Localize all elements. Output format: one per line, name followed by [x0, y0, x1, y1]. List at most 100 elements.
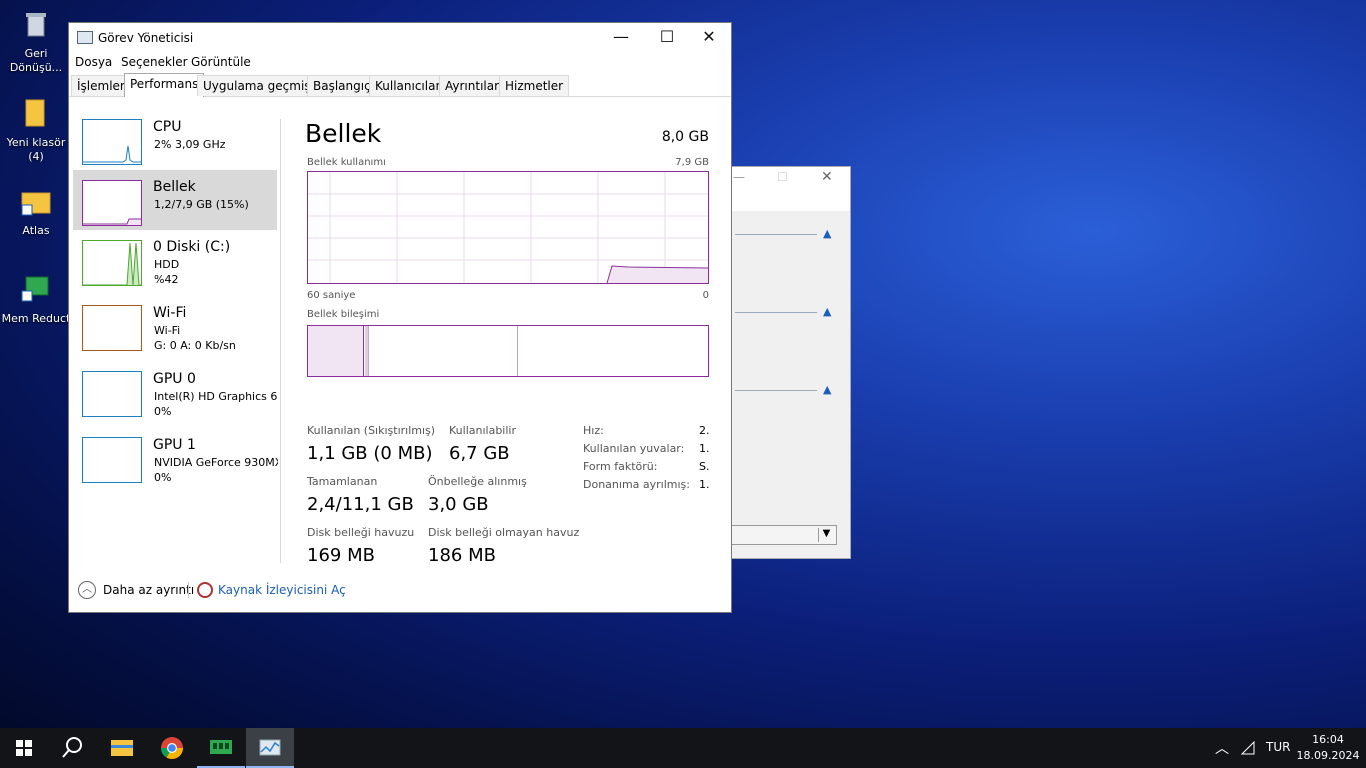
desktop-icon-label: Geri Dönüşü...: [9, 47, 63, 74]
folder-shortcut-icon: [21, 192, 51, 216]
tab-processes[interactable]: İşlemler: [71, 75, 131, 96]
disk-thumbnail-graph: [82, 240, 142, 286]
sidebar-item-gpu-1[interactable]: GPU 1 NVIDIA GeForce 930MX 0%: [73, 428, 278, 488]
sidebar-item-wifi[interactable]: Wi-Fi Wi-Fi G: 0 A: 0 Kb/sn: [73, 296, 277, 356]
language-indicator[interactable]: TUR: [1266, 740, 1290, 754]
memory-composition-label: Bellek bileşimi: [307, 309, 380, 320]
tab-details[interactable]: Ayrıntılar: [439, 75, 506, 96]
sidebar-item-name: GPU 0: [153, 371, 196, 387]
menu-file[interactable]: Dosya: [75, 55, 112, 69]
folder-icon: [25, 99, 45, 127]
sidebar-item-detail: Intel(R) HD Graphics 620: [154, 390, 278, 403]
chevron-down-icon: ▼: [818, 528, 834, 542]
start-button[interactable]: [0, 728, 48, 768]
stat-cached-label: Önbelleğe alınmış: [428, 475, 527, 488]
wifi-thumbnail-graph: [82, 305, 142, 351]
search-icon: [62, 737, 82, 758]
tab-app-history[interactable]: Uygulama geçmişi: [197, 75, 320, 96]
spec-slots-label: Kullanılan yuvalar:: [583, 442, 685, 455]
wifi-icon[interactable]: [1240, 740, 1256, 756]
background-window[interactable]: — ☐ ✕ ▲ ▲ ▲ ▼: [730, 166, 851, 559]
fewer-details-button[interactable]: Daha az ayrıntı: [103, 583, 194, 597]
spec-reserved-label: Donanıma ayrılmış:: [583, 478, 690, 491]
recycle-bin-icon: [26, 13, 46, 37]
sidebar-item-detail-2: 0%: [154, 405, 172, 418]
dropdown[interactable]: ▼: [731, 525, 837, 545]
tab-users[interactable]: Kullanıcılar: [369, 75, 447, 96]
desktop-icon-recycle-bin[interactable]: Geri Dönüşü...: [1, 8, 71, 75]
chevron-up-icon[interactable]: ▲: [823, 227, 831, 240]
desktop-icon-label: Atlas: [22, 224, 50, 237]
chevron-up-icon[interactable]: ▲: [823, 383, 831, 396]
sidebar-item-gpu-0[interactable]: GPU 0 Intel(R) HD Graphics 620 0%: [73, 362, 278, 422]
tab-services[interactable]: Hizmetler: [499, 75, 570, 96]
memory-composition-bar: [307, 325, 709, 377]
graph-axis-right: 0: [702, 290, 709, 301]
stat-paged-pool-value: 169 MB: [307, 545, 375, 566]
taskbar-file-explorer[interactable]: [98, 728, 146, 768]
close-button[interactable]: ✕: [686, 23, 732, 51]
maximize-button[interactable]: ☐: [644, 23, 690, 51]
desktop-icon-new-folder[interactable]: Yeni klasör (4): [1, 97, 71, 164]
sidebar-item-detail: Wi-Fi: [154, 324, 181, 337]
sidebar-item-name: CPU: [153, 119, 182, 135]
desktop-icon-mem-reduct[interactable]: Mem Reduct: [1, 273, 71, 326]
stat-available-label: Kullanılabilir: [449, 424, 516, 437]
background-window-body: [731, 211, 850, 558]
spec-slots-value: 1.: [699, 442, 710, 455]
background-window-titlebar[interactable]: — ☐ ✕: [731, 167, 850, 191]
task-manager-icon: [77, 31, 93, 44]
gpu0-thumbnail-graph: [82, 371, 142, 417]
system-clock[interactable]: 16:04 18.09.2024: [1296, 732, 1360, 764]
tab-performance[interactable]: Performans: [124, 73, 205, 97]
minimize-button[interactable]: —: [598, 23, 644, 51]
open-resource-monitor-link[interactable]: Kaynak İzleyicisini Aç: [218, 583, 346, 597]
pane-divider[interactable]: [280, 119, 281, 563]
chevron-up-icon[interactable]: ︿: [78, 581, 96, 599]
ram-chip-icon: [21, 276, 49, 302]
resource-monitor-icon: [197, 582, 213, 598]
tab-startup[interactable]: Başlangıç: [307, 75, 377, 96]
search-button[interactable]: [48, 728, 96, 768]
gpu1-thumbnail-graph: [82, 437, 142, 483]
tab-bar: İşlemler Performans Uygulama geçmişi Baş…: [69, 73, 731, 97]
section-divider: [735, 234, 817, 235]
memory-thumbnail-graph: [82, 180, 142, 226]
clock-time: 16:04: [1312, 733, 1344, 746]
composition-modified: [365, 326, 369, 376]
footer: ︿ Daha az ayrıntı Kaynak İzleyicisini Aç: [69, 579, 729, 603]
menu-options[interactable]: Seçenekler: [121, 55, 188, 69]
desktop-icon-atlas[interactable]: Atlas: [1, 185, 71, 238]
sidebar-item-name: Bellek: [153, 179, 196, 195]
desktop-icon-label: Mem Reduct: [1, 312, 71, 325]
memory-usage-graph: [307, 171, 709, 284]
chevron-up-icon[interactable]: ︿: [1215, 738, 1229, 758]
sidebar-item-memory[interactable]: Bellek 1,2/7,9 GB (15%): [73, 170, 277, 230]
stat-paged-pool-label: Disk belleği havuzu: [307, 526, 415, 539]
spec-form-factor-value: S.: [699, 460, 710, 473]
task-manager-icon: [259, 739, 281, 756]
sidebar-item-disk[interactable]: 0 Diski (C:) HDD %42: [73, 230, 277, 290]
windows-logo-icon: [16, 740, 32, 756]
close-icon[interactable]: ✕: [821, 169, 833, 185]
folder-icon: [111, 740, 133, 756]
ram-chip-icon: [210, 740, 232, 754]
chevron-up-icon[interactable]: ▲: [823, 305, 831, 318]
taskbar-task-manager[interactable]: [246, 728, 294, 768]
title-bar[interactable]: Görev Yöneticisi — ☐ ✕: [69, 23, 731, 51]
stat-nonpaged-pool-value: 186 MB: [428, 545, 496, 566]
stat-committed-value: 2,4/11,1 GB: [307, 494, 414, 515]
footer-separator: [188, 582, 189, 598]
stat-in-use-label: Kullanılan (Sıkıştırılmış): [307, 424, 436, 437]
memory-title: Bellek: [305, 119, 382, 148]
sidebar-item-detail: 1,2/7,9 GB (15%): [154, 198, 249, 211]
minimize-icon[interactable]: —: [733, 170, 745, 184]
sidebar-item-detail: HDD: [154, 258, 180, 271]
maximize-icon[interactable]: ☐: [777, 170, 788, 184]
composition-in-use: [308, 326, 364, 376]
chrome-icon: [161, 737, 183, 759]
menu-view[interactable]: Görüntüle: [191, 55, 251, 69]
taskbar-chrome[interactable]: [148, 728, 196, 768]
taskbar-mem-reduct[interactable]: [197, 728, 245, 768]
stat-nonpaged-pool-label: Disk belleği olmayan havuz: [428, 526, 580, 539]
